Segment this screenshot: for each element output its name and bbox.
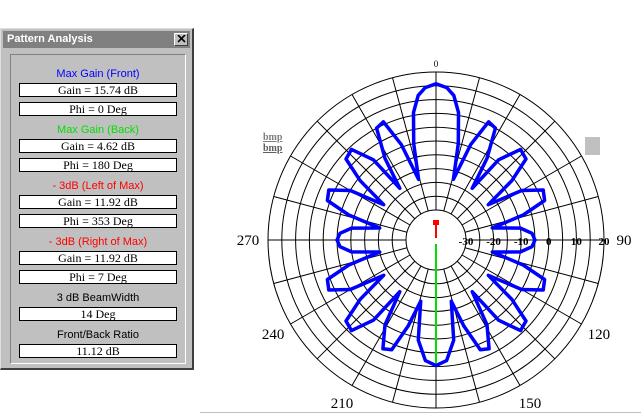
right-3db-gain: Gain = 11.92 dB xyxy=(19,251,177,265)
radial-tick-label: 0 xyxy=(546,236,552,248)
right-3db-phi: Phi = 7 Deg xyxy=(19,270,177,284)
grid-spoke xyxy=(464,247,599,284)
radial-tick-label: -10 xyxy=(514,236,529,248)
right-3db-header: - 3dB (Right of Max) xyxy=(48,236,148,248)
angle-tick-label: 210 xyxy=(331,396,354,412)
polar-pattern-chart: -30-20-1001020901201501802102402700 xyxy=(237,59,632,412)
left-3db-header: - 3dB (Left of Max) xyxy=(52,180,144,192)
close-x-icon xyxy=(177,35,186,43)
dialog-title: Pattern Analysis xyxy=(7,33,93,45)
angle-tick-label: 90 xyxy=(617,233,632,249)
beamwidth-header: 3 dB BeamWidth xyxy=(56,292,140,304)
polar-plot-area: -30-20-1001020901201501802102402700 xyxy=(200,0,641,415)
grid-spoke xyxy=(392,268,429,403)
front-gain-marker-head xyxy=(433,220,439,225)
max-gain-front-header: Max Gain (Front) xyxy=(56,68,140,80)
left-3db-gain: Gain = 11.92 dB xyxy=(19,195,177,209)
radial-tick-label: 20 xyxy=(599,236,611,248)
grid-spoke xyxy=(392,77,429,212)
max-gain-back-header: Max Gain (Back) xyxy=(57,124,139,136)
grid-spoke xyxy=(273,247,408,284)
beamwidth-value: 14 Deg xyxy=(19,307,177,321)
grid-spoke xyxy=(443,77,480,212)
angle-tick-label: 270 xyxy=(237,233,260,249)
max-gain-back-phi: Phi = 180 Deg xyxy=(19,158,177,172)
grid-spoke xyxy=(273,196,408,233)
radial-tick-label: -30 xyxy=(459,236,474,248)
front-back-ratio-header: Front/Back Ratio xyxy=(57,329,139,341)
angle-tick-label: 150 xyxy=(519,396,542,412)
dialog-title-bar[interactable]: Pattern Analysis xyxy=(3,31,190,48)
pattern-analysis-dialog: Pattern Analysis Max Gain (Front) Gain =… xyxy=(0,28,194,370)
front-back-ratio-value: 11.12 dB xyxy=(19,344,177,358)
grid-spoke xyxy=(464,196,599,233)
max-gain-front-gain: Gain = 15.74 dB xyxy=(19,83,177,97)
radial-tick-label: -20 xyxy=(486,236,501,248)
close-button[interactable] xyxy=(174,33,188,46)
angle-tick-label: 0 xyxy=(434,59,439,69)
left-3db-phi: Phi = 353 Deg xyxy=(19,214,177,228)
grid-spoke xyxy=(443,268,480,403)
max-gain-back-gain: Gain = 4.62 dB xyxy=(19,139,177,153)
results-panel: Max Gain (Front) Gain = 15.74 dB Phi = 0… xyxy=(10,54,186,364)
angle-tick-label: 240 xyxy=(262,327,285,343)
radial-tick-label: 10 xyxy=(571,236,583,248)
angle-tick-label: 120 xyxy=(588,327,611,343)
bottom-divider xyxy=(200,412,641,413)
max-gain-front-phi: Phi = 0 Deg xyxy=(19,102,177,116)
